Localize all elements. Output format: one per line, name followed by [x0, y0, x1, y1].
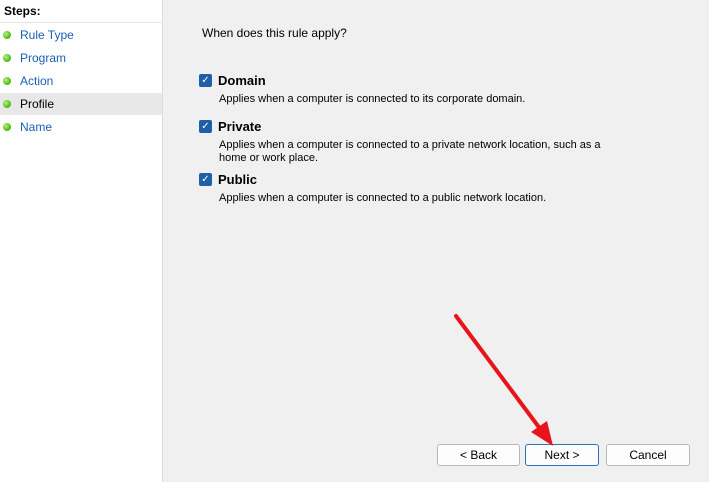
- step-label: Rule Type: [20, 28, 74, 42]
- steps-sidebar: Steps: Rule Type Program Action Profile …: [0, 0, 163, 482]
- step-label: Program: [20, 51, 67, 65]
- step-complete-icon: [3, 77, 11, 85]
- public-description: Applies when a computer is connected to …: [219, 192, 547, 204]
- domain-description: Applies when a computer is connected to …: [219, 93, 526, 105]
- step-label: Profile: [20, 97, 55, 111]
- step-action[interactable]: Action: [0, 70, 162, 92]
- rule-apply-question: When does this rule apply?: [202, 26, 347, 40]
- step-current-icon: [3, 100, 11, 108]
- step-complete-icon: [3, 31, 11, 39]
- private-checkbox[interactable]: ✓: [199, 120, 212, 133]
- domain-checkbox[interactable]: ✓: [199, 74, 212, 87]
- step-label: Name: [20, 120, 53, 134]
- domain-label[interactable]: Domain: [218, 73, 266, 88]
- step-rule-type[interactable]: Rule Type: [0, 24, 162, 46]
- steps-header: Steps:: [0, 0, 162, 23]
- back-button[interactable]: < Back: [437, 444, 520, 466]
- step-name[interactable]: Name: [0, 116, 162, 138]
- cancel-button[interactable]: Cancel: [606, 444, 690, 466]
- public-checkbox[interactable]: ✓: [199, 173, 212, 186]
- next-button[interactable]: Next >: [525, 444, 599, 466]
- private-label[interactable]: Private: [218, 119, 261, 134]
- step-pending-icon: [3, 123, 11, 131]
- step-profile[interactable]: Profile: [0, 93, 162, 115]
- step-program[interactable]: Program: [0, 47, 162, 69]
- step-label: Action: [20, 74, 54, 88]
- step-complete-icon: [3, 54, 11, 62]
- public-label[interactable]: Public: [218, 172, 257, 187]
- private-description: Applies when a computer is connected to …: [219, 139, 601, 164]
- wizard-content: When does this rule apply? ✓ Domain Appl…: [163, 0, 709, 482]
